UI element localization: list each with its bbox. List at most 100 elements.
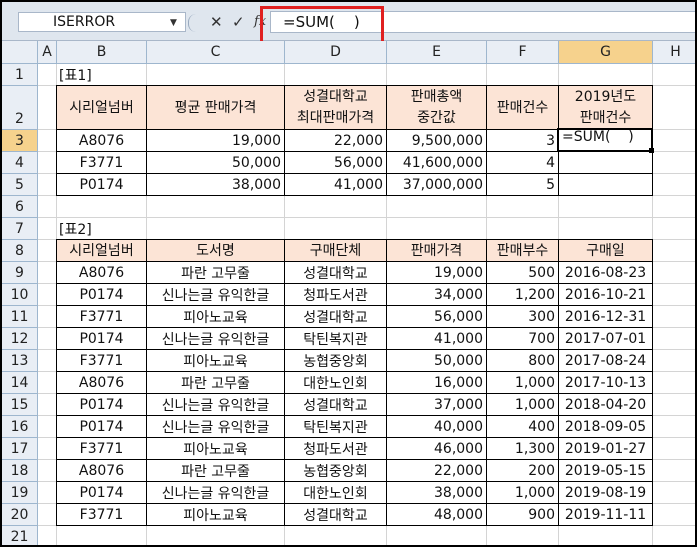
table2-cell-purchase-date[interactable]: 2016-12-31 xyxy=(558,305,653,328)
table2-cell-copies[interactable]: 400 xyxy=(486,415,559,438)
table2-cell-buyer[interactable]: 농협중앙회 xyxy=(284,349,387,372)
row-header-8[interactable]: 8 xyxy=(2,240,38,262)
table2-cell-purchase-date[interactable]: 2018-04-20 xyxy=(558,393,653,416)
column-header-h[interactable]: H xyxy=(653,41,695,64)
table2-cell-copies[interactable]: 700 xyxy=(486,327,559,350)
table2-cell-copies[interactable]: 900 xyxy=(486,503,559,526)
table2-cell-serial[interactable]: P0174 xyxy=(56,327,147,350)
table2-cell-book-title[interactable]: 신나는글 유익한글 xyxy=(146,327,285,350)
row-header-18[interactable]: 18 xyxy=(2,460,38,482)
table2-cell-book-title[interactable]: 피아노교육 xyxy=(146,349,285,372)
row-header-11[interactable]: 11 xyxy=(2,306,38,328)
table2-cell-price[interactable]: 22,000 xyxy=(386,459,487,482)
row-header-5[interactable]: 5 xyxy=(2,174,38,196)
table2-cell-buyer[interactable]: 탁틴복지관 xyxy=(284,415,387,438)
table2-cell-price[interactable]: 50,000 xyxy=(386,349,487,372)
fill-handle[interactable] xyxy=(649,148,654,153)
table2-cell-serial[interactable]: A8076 xyxy=(56,459,147,482)
table2-cell-purchase-date[interactable]: 2017-10-13 xyxy=(558,371,653,394)
table2-cell-price[interactable]: 34,000 xyxy=(386,283,487,306)
column-header-d[interactable]: D xyxy=(285,41,387,64)
table1-cell-median[interactable]: 37,000,000 xyxy=(386,173,487,196)
table2-cell-price[interactable]: 38,000 xyxy=(386,481,487,504)
table2-cell-serial[interactable]: F3771 xyxy=(56,437,147,460)
column-header-e[interactable]: E xyxy=(387,41,487,64)
table2-cell-book-title[interactable]: 신나는글 유익한글 xyxy=(146,393,285,416)
table2-cell-buyer[interactable]: 대한노인회 xyxy=(284,371,387,394)
table2-cell-price[interactable]: 46,000 xyxy=(386,437,487,460)
row-header-21[interactable]: 21 xyxy=(2,526,38,545)
row-header-2[interactable]: 2 xyxy=(2,86,38,130)
table2-cell-buyer[interactable]: 농협중앙회 xyxy=(284,459,387,482)
row-header-4[interactable]: 4 xyxy=(2,152,38,174)
table1-cell-avg[interactable]: 50,000 xyxy=(146,151,285,174)
table2-cell-buyer[interactable]: 성결대학교 xyxy=(284,503,387,526)
table2-cell-serial[interactable]: P0174 xyxy=(56,415,147,438)
table2-cell-purchase-date[interactable]: 2017-08-24 xyxy=(558,349,653,372)
table2-cell-buyer[interactable]: 청파도서관 xyxy=(284,437,387,460)
table1-cell-2019-count[interactable]: =SUM( ) xyxy=(558,129,653,152)
table1-cell-median[interactable]: 9,500,000 xyxy=(386,129,487,152)
row-header-19[interactable]: 19 xyxy=(2,482,38,504)
table2-cell-serial[interactable]: F3771 xyxy=(56,503,147,526)
table2-cell-book-title[interactable]: 피아노교육 xyxy=(146,503,285,526)
table2-cell-copies[interactable]: 200 xyxy=(486,459,559,482)
table2-cell-price[interactable]: 48,000 xyxy=(386,503,487,526)
name-box[interactable]: ISERROR xyxy=(18,12,186,32)
row-header-10[interactable]: 10 xyxy=(2,284,38,306)
table1-cell-median[interactable]: 41,600,000 xyxy=(386,151,487,174)
table2-cell-buyer[interactable]: 대한노인회 xyxy=(284,481,387,504)
row-header-20[interactable]: 20 xyxy=(2,504,38,526)
table2-cell-copies[interactable]: 1,300 xyxy=(486,437,559,460)
column-header-g[interactable]: G xyxy=(559,41,653,64)
worksheet-grid[interactable]: A B C D E F G H 1 2 3 4 5 6 7 8 9 10 11 12 13 14 15 16 17 18 19 20 2… xyxy=(2,41,695,545)
table1-cell-2019-count[interactable] xyxy=(558,151,653,174)
row-header-17[interactable]: 17 xyxy=(2,438,38,460)
select-all-corner[interactable] xyxy=(2,41,38,64)
table2-cell-book-title[interactable]: 피아노교육 xyxy=(146,305,285,328)
row-header-16[interactable]: 16 xyxy=(2,416,38,438)
row-header-6[interactable]: 6 xyxy=(2,196,38,218)
table2-cell-buyer[interactable]: 청파도서관 xyxy=(284,283,387,306)
table2-cell-book-title[interactable]: 파란 고무줄 xyxy=(146,261,285,284)
table2-cell-purchase-date[interactable]: 2016-08-23 xyxy=(558,261,653,284)
table2-cell-serial[interactable]: P0174 xyxy=(56,283,147,306)
row-header-13[interactable]: 13 xyxy=(2,350,38,372)
table2-cell-copies[interactable]: 1,200 xyxy=(486,283,559,306)
row-header-12[interactable]: 12 xyxy=(2,328,38,350)
table2-cell-copies[interactable]: 1,000 xyxy=(486,481,559,504)
column-header-a[interactable]: A xyxy=(38,41,57,64)
table2-cell-purchase-date[interactable]: 2019-01-27 xyxy=(558,437,653,460)
table2-cell-price[interactable]: 19,000 xyxy=(386,261,487,284)
row-header-7[interactable]: 7 xyxy=(2,218,38,240)
table2-cell-book-title[interactable]: 신나는글 유익한글 xyxy=(146,481,285,504)
column-header-c[interactable]: C xyxy=(147,41,285,64)
table2-cell-serial[interactable]: F3771 xyxy=(56,305,147,328)
insert-function-icon[interactable]: fx xyxy=(254,14,266,30)
column-header-f[interactable]: F xyxy=(487,41,559,64)
table2-cell-buyer[interactable]: 성결대학교 xyxy=(284,393,387,416)
table2-cell-book-title[interactable]: 파란 고무줄 xyxy=(146,459,285,482)
chevron-down-icon[interactable]: ▼ xyxy=(170,18,177,28)
row-header-1[interactable]: 1 xyxy=(2,64,38,86)
table1-cell-avg[interactable]: 38,000 xyxy=(146,173,285,196)
table2-cell-price[interactable]: 16,000 xyxy=(386,371,487,394)
table2-cell-copies[interactable]: 300 xyxy=(486,305,559,328)
table1-cell-count[interactable]: 5 xyxy=(486,173,559,196)
table1-cell-count[interactable]: 4 xyxy=(486,151,559,174)
table2-cell-copies[interactable]: 1,000 xyxy=(486,371,559,394)
table1-cell-serial[interactable]: A8076 xyxy=(56,129,147,152)
table2-cell-book-title[interactable]: 신나는글 유익한글 xyxy=(146,283,285,306)
table2-cell-price[interactable]: 41,000 xyxy=(386,327,487,350)
row-header-15[interactable]: 15 xyxy=(2,394,38,416)
formula-input[interactable]: =SUM( ) xyxy=(270,11,695,33)
table2-cell-copies[interactable]: 500 xyxy=(486,261,559,284)
table1-cell-max[interactable]: 56,000 xyxy=(284,151,387,174)
table1-cell-serial[interactable]: P0174 xyxy=(56,173,147,196)
table1-cell-max[interactable]: 41,000 xyxy=(284,173,387,196)
table2-cell-serial[interactable]: A8076 xyxy=(56,261,147,284)
table2-cell-purchase-date[interactable]: 2017-07-01 xyxy=(558,327,653,350)
row-header-9[interactable]: 9 xyxy=(2,262,38,284)
table2-cell-serial[interactable]: A8076 xyxy=(56,371,147,394)
table1-cell-max[interactable]: 22,000 xyxy=(284,129,387,152)
